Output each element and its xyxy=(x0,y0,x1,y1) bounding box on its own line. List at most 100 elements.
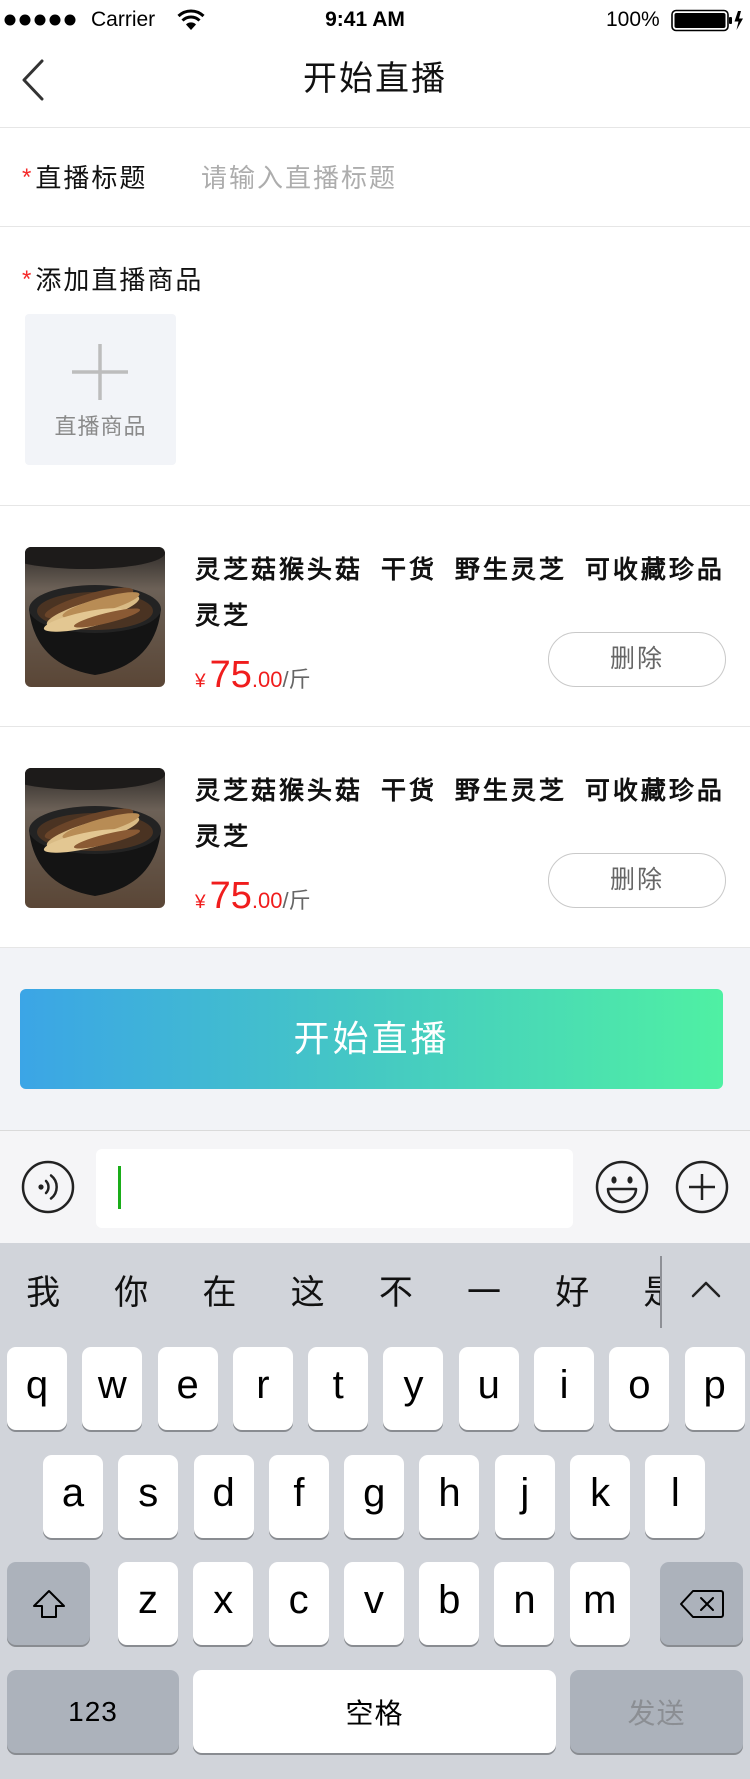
key-j[interactable]: j xyxy=(494,1455,555,1538)
keyboard-row-1: q w e r t y u i o p xyxy=(7,1347,745,1430)
page-title: 开始直播 xyxy=(303,60,447,98)
candidate-item[interactable]: 不 xyxy=(352,1243,440,1343)
candidate-item[interactable]: 这 xyxy=(264,1243,352,1343)
key-r[interactable]: r xyxy=(232,1347,293,1430)
price-unit: /斤 xyxy=(282,888,311,913)
product-price: ¥75.00/斤 xyxy=(195,652,311,698)
candidate-bar: 我 你 在 这 不 一 好 是 xyxy=(0,1243,660,1345)
key-t[interactable]: t xyxy=(308,1347,369,1430)
voice-input-icon[interactable] xyxy=(20,1159,76,1215)
battery-percentage: 100% xyxy=(606,8,660,31)
add-products-label: *添加直播商品 xyxy=(22,260,203,302)
key-q[interactable]: q xyxy=(7,1347,67,1430)
space-key-label: 空格 xyxy=(345,1697,404,1729)
numbers-key[interactable]: 123 xyxy=(7,1670,179,1753)
key-s[interactable]: s xyxy=(118,1455,179,1538)
key-p[interactable]: p xyxy=(684,1347,745,1430)
battery-charging-icon xyxy=(671,9,743,32)
price-unit: /斤 xyxy=(282,667,311,692)
price-decimal: .00 xyxy=(251,667,283,692)
key-z[interactable]: z xyxy=(118,1562,178,1645)
product-image xyxy=(25,768,165,908)
live-title-label-text: 直播标题 xyxy=(35,163,148,193)
chat-input-bar xyxy=(0,1130,750,1243)
candidate-divider xyxy=(660,1256,662,1328)
product-price: ¥75.00/斤 xyxy=(195,873,311,919)
price-decimal: .00 xyxy=(251,888,283,913)
add-products-label-text: 添加直播商品 xyxy=(35,265,204,295)
screen: Carrier 9:41 AM 100% 开始直播 *直播标题 *添加直播商品 xyxy=(0,0,750,1779)
shift-icon xyxy=(32,1589,65,1618)
key-n[interactable]: n xyxy=(494,1562,555,1645)
key-d[interactable]: d xyxy=(193,1455,254,1538)
keyboard: 我 你 在 这 不 一 好 是 q w e r t y u i o p xyxy=(0,1243,750,1779)
action-area: 开始直播 xyxy=(0,948,750,1130)
product-image xyxy=(25,547,165,687)
delete-product-button[interactable]: 删除 xyxy=(548,853,726,908)
key-x[interactable]: x xyxy=(193,1562,254,1645)
candidate-item[interactable]: 你 xyxy=(87,1243,175,1343)
nav-bar: 开始直播 xyxy=(0,41,750,128)
live-title-row: *直播标题 xyxy=(0,128,750,227)
chevron-up-icon[interactable] xyxy=(690,1279,722,1299)
key-m[interactable]: m xyxy=(569,1562,630,1645)
keyboard-row-2: a s d f g h j k l xyxy=(43,1455,706,1538)
candidate-list: 我 你 在 这 不 一 好 是 xyxy=(0,1243,660,1343)
key-k[interactable]: k xyxy=(570,1455,631,1538)
price-currency: ¥ xyxy=(195,671,206,692)
product-title: 灵芝菇猴头菇 干货 野生灵芝 可收藏珍品灵芝 xyxy=(195,556,725,630)
delete-product-button[interactable]: 删除 xyxy=(548,632,726,687)
key-u[interactable]: u xyxy=(458,1347,519,1430)
candidate-item[interactable]: 我 xyxy=(0,1243,87,1343)
carrier-name: Carrier xyxy=(91,8,156,31)
key-v[interactable]: v xyxy=(343,1562,404,1645)
required-mark: * xyxy=(22,164,34,191)
add-product-label: 直播商品 xyxy=(54,414,147,439)
candidate-item[interactable]: 一 xyxy=(440,1243,528,1343)
add-product-button[interactable]: 直播商品 xyxy=(25,314,176,465)
plus-icon xyxy=(72,344,128,400)
key-o[interactable]: o xyxy=(609,1347,670,1430)
plus-circle-icon[interactable] xyxy=(674,1159,730,1215)
required-mark: * xyxy=(22,266,34,293)
text-cursor xyxy=(118,1166,121,1209)
key-c[interactable]: c xyxy=(268,1562,329,1645)
key-w[interactable]: w xyxy=(82,1347,143,1430)
chat-text-input[interactable] xyxy=(96,1149,573,1228)
live-title-label: *直播标题 xyxy=(22,158,147,200)
candidate-item[interactable]: 好 xyxy=(528,1243,616,1343)
emoji-icon[interactable] xyxy=(594,1159,650,1215)
key-y[interactable]: y xyxy=(383,1347,444,1430)
add-products-section: *添加直播商品 直播商品 xyxy=(0,227,750,506)
candidate-item[interactable]: 在 xyxy=(175,1243,263,1343)
status-bar: Carrier 9:41 AM 100% xyxy=(0,0,750,41)
wifi-icon xyxy=(177,9,205,30)
send-key-label: 发送 xyxy=(627,1697,686,1729)
space-key[interactable]: 空格 xyxy=(193,1670,556,1753)
price-currency: ¥ xyxy=(195,892,206,913)
product-title: 灵芝菇猴头菇 干货 野生灵芝 可收藏珍品灵芝 xyxy=(195,777,725,851)
key-b[interactable]: b xyxy=(419,1562,480,1645)
live-title-input[interactable] xyxy=(201,158,721,198)
key-l[interactable]: l xyxy=(645,1455,706,1538)
product-item: 灵芝菇猴头菇 干货 野生灵芝 可收藏珍品灵芝 ¥75.00/斤 删除 xyxy=(0,727,750,948)
send-key[interactable]: 发送 xyxy=(570,1670,743,1753)
backspace-icon xyxy=(679,1589,724,1618)
key-h[interactable]: h xyxy=(419,1455,480,1538)
shift-key[interactable] xyxy=(7,1562,90,1645)
key-a[interactable]: a xyxy=(43,1455,103,1538)
numbers-key-label: 123 xyxy=(68,1695,118,1727)
key-e[interactable]: e xyxy=(157,1347,218,1430)
keyboard-row-3: z x c v b n m xyxy=(118,1562,630,1645)
candidate-item[interactable]: 是 xyxy=(616,1243,660,1343)
product-item: 灵芝菇猴头菇 干货 野生灵芝 可收藏珍品灵芝 ¥75.00/斤 删除 xyxy=(0,506,750,727)
price-integer: 75 xyxy=(209,875,252,917)
key-g[interactable]: g xyxy=(344,1455,405,1538)
price-integer: 75 xyxy=(209,654,252,696)
signal-strength-icon xyxy=(4,14,76,26)
start-live-button[interactable]: 开始直播 xyxy=(20,989,723,1089)
key-i[interactable]: i xyxy=(534,1347,595,1430)
key-f[interactable]: f xyxy=(268,1455,329,1538)
backspace-key[interactable] xyxy=(660,1562,743,1645)
status-time: 9:41 AM xyxy=(325,8,405,31)
